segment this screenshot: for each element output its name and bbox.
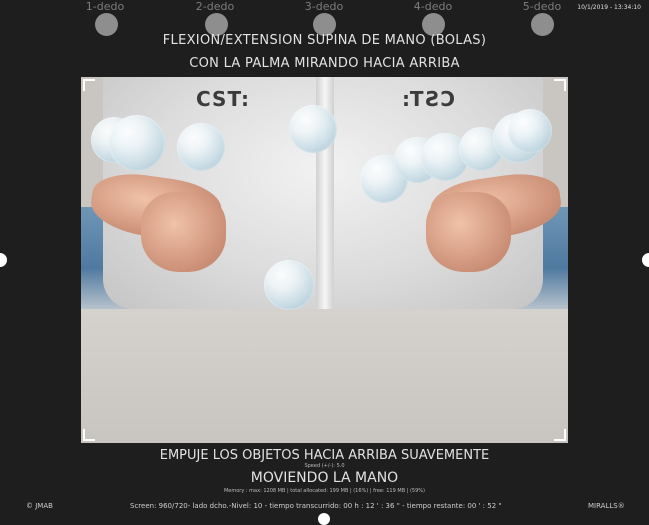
right-edge-marker xyxy=(642,253,649,267)
frame-corner xyxy=(83,79,95,91)
brand: MIRALLS® xyxy=(588,502,625,510)
ball[interactable] xyxy=(289,105,337,153)
right-hand-fingers xyxy=(426,192,511,272)
status-line: Screen: 960/720- lado dcho.-Nivel: 10 - … xyxy=(130,502,502,510)
finger-label: 1-dedo xyxy=(85,0,125,13)
frame-corner xyxy=(83,429,95,441)
left-hand-fingers xyxy=(141,192,226,272)
ball[interactable] xyxy=(508,109,552,153)
camera-view[interactable]: CST: CST: xyxy=(81,77,568,443)
ball[interactable] xyxy=(109,115,165,171)
timestamp: 10/1/2019 - 13:34:10 xyxy=(577,4,641,11)
speed-readout: Speed (+/-): 5.0 xyxy=(304,463,345,469)
bottom-edge-marker xyxy=(318,513,330,525)
finger-label: 4-dedo xyxy=(413,0,453,13)
finger-label: 2-dedo xyxy=(195,0,235,13)
table-surface xyxy=(81,309,568,443)
finger-label: 5-dedo xyxy=(522,0,562,13)
instruction-line-2: MOVIENDO LA MANO xyxy=(250,470,399,486)
logo-right-mirrored: CST: xyxy=(401,87,455,111)
left-edge-marker xyxy=(0,253,7,267)
copyright: © JMAB xyxy=(26,502,53,510)
frame-corner xyxy=(554,79,566,91)
ball[interactable] xyxy=(177,123,225,171)
ball[interactable] xyxy=(264,260,314,310)
logo-left: CST: xyxy=(196,87,250,111)
exercise-title: FLEXION/EXTENSION SUPINA DE MANO (BOLAS) xyxy=(162,33,487,48)
finger-label: 3-dedo xyxy=(304,0,344,13)
frame-corner xyxy=(554,429,566,441)
exercise-subtitle: CON LA PALMA MIRANDO HACIA ARRIBA xyxy=(189,56,460,71)
instruction-line-1: EMPUJE LOS OBJETOS HACIA ARRIBA SUAVEMEN… xyxy=(159,448,490,463)
memory-readout: Memory : max: 1208 MB | total allocated:… xyxy=(223,488,425,494)
